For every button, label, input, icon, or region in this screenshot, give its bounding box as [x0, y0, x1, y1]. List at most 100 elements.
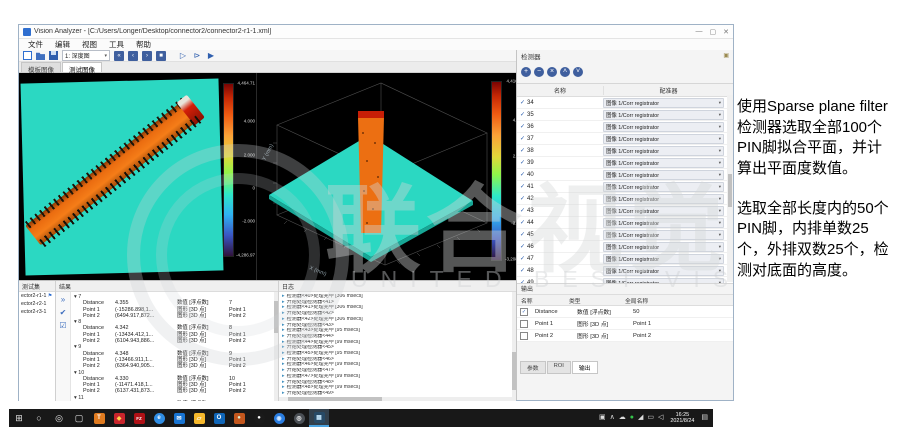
save-file-icon[interactable]	[49, 51, 58, 60]
detector-row[interactable]: ✓48图像 1/Corr registrator▾	[517, 265, 733, 277]
outlook-app-icon[interactable]: O	[209, 409, 229, 427]
registrator-dropdown[interactable]: 图像 1/Corr registrator▾	[603, 98, 724, 108]
detector-row[interactable]: ✓38图像 1/Corr registrator▾	[517, 145, 733, 157]
image-tab-0[interactable]: 模板图像	[21, 62, 61, 72]
todesk-app-icon[interactable]: T	[89, 409, 109, 427]
checklist-button[interactable]: ☑	[59, 322, 66, 330]
task-view-button[interactable]: ▢	[69, 409, 89, 427]
background-app-icon[interactable]: ▣	[599, 409, 606, 427]
top-view-3d[interactable]: 4,464.714.0002.0000-2.000-4,286.97	[19, 73, 257, 280]
detector-checkbox-cell[interactable]: ✓42	[517, 195, 603, 202]
log-hscrollbar[interactable]	[279, 397, 512, 401]
stop-button[interactable]: ■	[156, 51, 166, 61]
results-tree[interactable]: ▾ 7Distance4.355数值 [浮点数]7Point 1(-15286.…	[71, 292, 278, 401]
detector-scrollbar[interactable]	[727, 95, 733, 282]
detector-row[interactable]: ✓34图像 1/Corr registrator▾	[517, 97, 733, 109]
open-file-icon[interactable]	[36, 51, 45, 60]
detector-checkbox-cell[interactable]: ✓37	[517, 135, 603, 142]
prev-image-button[interactable]: ‹	[128, 51, 138, 61]
run-all-button[interactable]: ▶	[206, 51, 216, 61]
move-up-button[interactable]: ˄	[560, 67, 570, 77]
detector-checkbox-cell[interactable]: ✓35	[517, 111, 603, 118]
registrator-dropdown[interactable]: 图像 1/Corr registrator▾	[603, 170, 724, 180]
qq-app-icon[interactable]: ●	[249, 409, 269, 427]
detector-row[interactable]: ✓39图像 1/Corr registrator▾	[517, 157, 733, 169]
registrator-dropdown[interactable]: 图像 1/Corr registrator▾	[603, 122, 724, 132]
registrator-dropdown[interactable]: 图像 1/Corr registrator▾	[603, 218, 724, 228]
titlebar[interactable]: Vision Analyzer - [C:/Users/Longer/Deskt…	[19, 25, 733, 39]
detector-row[interactable]: ✓40图像 1/Corr registrator▾	[517, 169, 733, 181]
detector-row[interactable]: ✓45图像 1/Corr registrator▾	[517, 229, 733, 241]
detector-checkbox-cell[interactable]: ✓38	[517, 147, 603, 154]
menu-item-2[interactable]: 视图	[76, 39, 103, 50]
registrator-dropdown[interactable]: 图像 1/Corr registrator▾	[603, 254, 724, 264]
menu-item-3[interactable]: 工具	[103, 39, 130, 50]
remove-detector-button[interactable]: −	[534, 67, 544, 77]
edge-app-icon[interactable]: e	[149, 409, 169, 427]
registrator-dropdown[interactable]: 图像 1/Corr registrator▾	[603, 134, 724, 144]
image-tab-1[interactable]: 测试图像	[62, 62, 102, 72]
detector-checkbox-cell[interactable]: ✓34	[517, 99, 603, 106]
detector-checkbox-cell[interactable]: ✓39	[517, 159, 603, 166]
first-image-button[interactable]: «	[114, 51, 124, 61]
menu-item-4[interactable]: 帮助	[130, 39, 157, 50]
cloud-icon[interactable]: ☁	[619, 409, 626, 427]
registrator-dropdown[interactable]: 图像 1/Corr registrator▾	[603, 266, 724, 276]
notification-center-icon[interactable]: ▤	[701, 409, 708, 427]
testset-item-2[interactable]: ector2-r3-1	[19, 308, 55, 316]
detector-checkbox-cell[interactable]: ✓45	[517, 231, 603, 238]
menu-item-1[interactable]: 编辑	[49, 39, 76, 50]
testset-item-0[interactable]: ector2-r1-1 ⚑	[19, 292, 55, 300]
registrator-dropdown[interactable]: 图像 1/Corr registrator▾	[603, 194, 724, 204]
registrator-dropdown[interactable]: 图像 1/Corr registrator▾	[603, 158, 724, 168]
add-detector-button[interactable]: +	[521, 67, 531, 77]
minimize-button[interactable]: —	[696, 28, 703, 36]
browser-app-icon[interactable]: ◉	[269, 409, 289, 427]
registrator-dropdown[interactable]: 图像 1/Corr registrator▾	[603, 230, 724, 240]
subtab-2[interactable]: 输出	[572, 361, 598, 374]
output-row[interactable]: Point 1图形 [3D 点]Point 1	[517, 318, 733, 330]
run-once-button[interactable]: ▷	[178, 51, 188, 61]
output-row[interactable]: Point 2图形 [3D 点]Point 2	[517, 330, 733, 342]
validate-results-button[interactable]: ✔	[60, 309, 67, 317]
new-file-icon[interactable]	[23, 51, 32, 60]
detector-row[interactable]: ✓41图像 1/Corr registrator▾	[517, 181, 733, 193]
search-button[interactable]: ○	[29, 409, 49, 427]
detector-checkbox-cell[interactable]: ✓40	[517, 171, 603, 178]
volume-icon[interactable]: ◁	[658, 409, 663, 427]
delete-detector-button[interactable]: ×	[547, 67, 557, 77]
log-list[interactable]: ▸检测器<40>处理完毕 [306 msecs]▸开始处理检测器<41>▸检测器…	[279, 292, 516, 401]
results-scrollbar[interactable]	[274, 292, 278, 401]
menu-item-0[interactable]: 文件	[22, 39, 49, 50]
red-app-icon[interactable]: ◆	[109, 409, 129, 427]
run-step-button[interactable]: ⊳	[192, 51, 202, 61]
wechat-app-icon[interactable]: ●	[229, 409, 249, 427]
registrator-dropdown[interactable]: 图像 1/Corr registrator▾	[603, 110, 724, 120]
detector-row[interactable]: ✓47图像 1/Corr registrator▾	[517, 253, 733, 265]
vision-analyzer-app-icon[interactable]: ▦	[309, 409, 329, 427]
detector-row[interactable]: ✓43图像 1/Corr registrator▾	[517, 205, 733, 217]
detector-row[interactable]: ✓46图像 1/Corr registrator▾	[517, 241, 733, 253]
maximize-button[interactable]: ▢	[710, 28, 717, 36]
next-image-button[interactable]: ›	[142, 51, 152, 61]
detector-checkbox-cell[interactable]: ✓41	[517, 183, 603, 190]
close-button[interactable]: ✕	[723, 28, 729, 36]
network-icon[interactable]: ◢	[638, 409, 643, 427]
taskbar-clock[interactable]: 16:25 2021/8/24	[667, 412, 697, 425]
output-checkbox[interactable]	[520, 332, 528, 340]
detector-checkbox-cell[interactable]: ✓43	[517, 207, 603, 214]
detector-row[interactable]: ✓37图像 1/Corr registrator▾	[517, 133, 733, 145]
status-icon[interactable]: ●	[630, 409, 634, 427]
cortana-button[interactable]: ◎	[49, 409, 69, 427]
output-checkbox[interactable]: ✓	[520, 308, 528, 316]
detector-row[interactable]: ✓44图像 1/Corr registrator▾	[517, 217, 733, 229]
output-checkbox[interactable]	[520, 320, 528, 328]
registrator-dropdown[interactable]: 图像 1/Corr registrator▾	[603, 146, 724, 156]
battery-icon[interactable]: ▭	[647, 409, 654, 427]
steam-app-icon[interactable]: ◎	[289, 409, 309, 427]
panel-pin-icon[interactable]: ▣	[723, 52, 729, 59]
filezilla-app-icon[interactable]: FZ	[129, 409, 149, 427]
detector-checkbox-cell[interactable]: ✓36	[517, 123, 603, 130]
move-down-button[interactable]: ˅	[573, 67, 583, 77]
perspective-view-3d[interactable]: X (mm) Y (mm) Z (mm) 4,416.714.0002.0000…	[257, 73, 516, 280]
